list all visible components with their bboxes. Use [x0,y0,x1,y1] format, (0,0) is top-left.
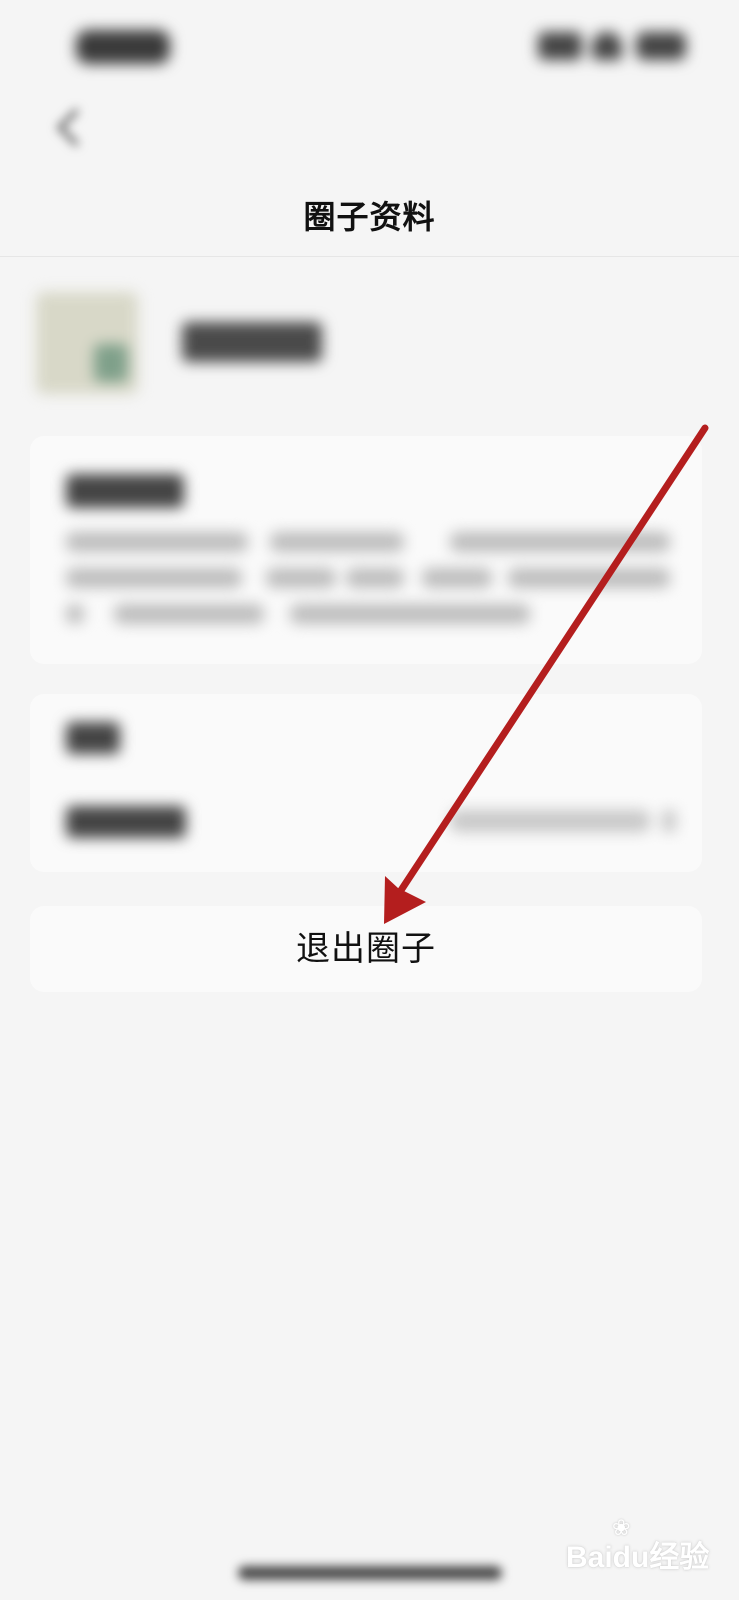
intro-text-line [450,532,670,552]
circle-intro-card [30,436,702,664]
settings-heading [66,722,120,754]
intro-text-line [66,532,248,552]
intro-text-line [66,568,242,588]
status-bar [0,0,739,96]
page-title: 圈子资料 [303,198,436,236]
intro-text-line [270,532,404,552]
exit-circle-button[interactable]: 退出圈子 [30,906,702,992]
status-time [76,30,170,64]
wifi-icon [592,32,622,60]
circle-name [182,322,322,362]
intro-text-line [114,604,264,624]
circle-settings-card [30,694,702,872]
settings-row-value [450,810,650,832]
settings-row-label[interactable] [66,806,186,838]
back-button[interactable] [44,104,95,160]
intro-text-line [346,568,404,588]
header-divider [0,256,739,257]
avatar-image-detail [94,344,128,382]
battery-icon [636,32,686,60]
intro-text-line [66,604,84,624]
intro-text-line [290,604,530,624]
intro-text-line [422,568,492,588]
circle-intro-heading [66,474,184,508]
intro-text-line [266,568,336,588]
chevron-left-icon [56,108,95,147]
signal-icon [538,32,582,60]
baidu-jingyan-watermark: ❀ Baidu经验 [566,1514,722,1578]
chevron-right-icon [662,810,676,832]
intro-text-line [508,568,670,588]
home-indicator [238,1566,502,1580]
watermark-text: Baidu经验 [566,1541,710,1574]
exit-circle-label: 退出圈子 [296,929,436,969]
circle-avatar[interactable] [36,292,138,394]
